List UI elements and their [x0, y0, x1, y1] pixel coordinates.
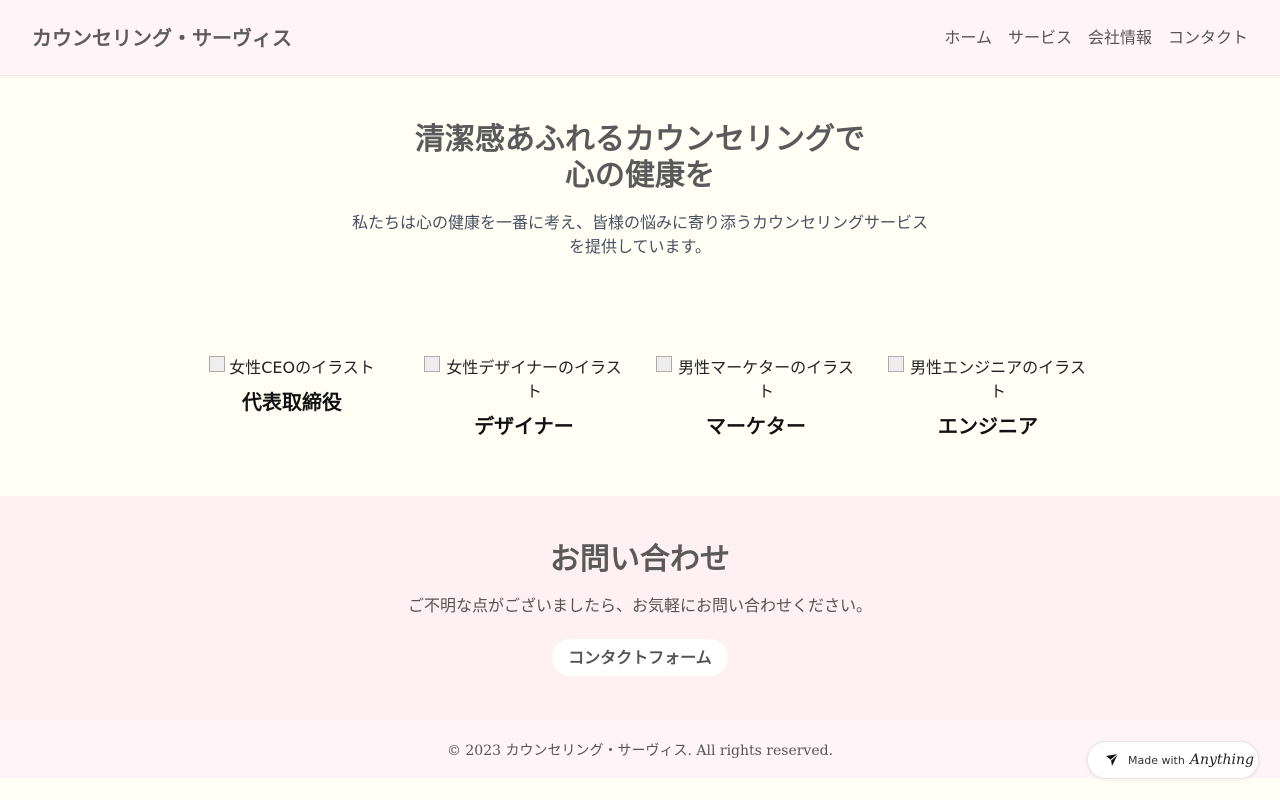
hero-title: 清潔感あふれるカウンセリングで 心の健康を — [340, 122, 940, 194]
nav-services[interactable]: サービス — [1008, 26, 1072, 50]
broken-image-icon — [424, 356, 440, 372]
team-section: 女性CEOのイラスト 代表取締役 女性デザイナーのイラスト デザイナー 男性マー… — [192, 356, 1088, 440]
contact-text: ご不明な点がございましたら、お気軽にお問い合わせください。 — [407, 596, 872, 615]
team-member-marketer: 男性マーケターのイラスト マーケター — [656, 356, 856, 440]
member-image: 女性デザイナーのイラスト — [424, 356, 624, 404]
member-role: デザイナー — [474, 414, 574, 438]
member-role: 代表取締役 — [242, 390, 342, 414]
site-logo[interactable]: カウンセリング・サーヴィス — [32, 24, 292, 52]
team-member-engineer: 男性エンジニアのイラスト エンジニア — [888, 356, 1088, 440]
brand-label: Anything — [1189, 752, 1254, 768]
broken-image-icon — [209, 356, 226, 372]
site-header: カウンセリング・サーヴィス ホーム サービス 会社情報 コンタクト — [0, 0, 1280, 76]
nav-home[interactable]: ホーム — [944, 26, 992, 50]
broken-image-icon — [656, 356, 672, 372]
anything-logo-icon — [1106, 753, 1119, 766]
contact-title: お問い合わせ — [550, 542, 730, 577]
member-role: エンジニア — [938, 414, 1038, 438]
contact-form-button[interactable]: コンタクトフォーム — [552, 639, 728, 676]
team-member-ceo: 女性CEOのイラスト 代表取締役 — [192, 356, 392, 440]
member-image: 女性CEOのイラスト — [192, 356, 392, 380]
nav-contact[interactable]: コンタクト — [1168, 26, 1248, 50]
member-image-alt: 女性デザイナーのイラスト — [446, 358, 622, 401]
hero-title-line2: 心の健康を — [565, 158, 715, 193]
hero-subtitle: 私たちは心の健康を一番に考え、皆様の悩みに寄り添うカウンセリングサービスを提供し… — [351, 213, 928, 256]
site-footer: © 2023 カウンセリング・サーヴィス. All rights reserve… — [0, 720, 1280, 778]
contact-section: お問い合わせ ご不明な点がございましたら、お気軽にお問い合わせください。 コンタ… — [0, 496, 1280, 720]
team-member-designer: 女性デザイナーのイラスト デザイナー — [424, 356, 624, 440]
member-image: 男性エンジニアのイラスト — [888, 356, 1088, 404]
member-image-alt: 女性CEOのイラスト — [229, 358, 375, 377]
main-nav: ホーム サービス 会社情報 コンタクト — [944, 26, 1248, 50]
made-with-badge[interactable]: Made with Anything — [1087, 741, 1259, 779]
member-role: マーケター — [706, 414, 806, 438]
member-image-alt: 男性マーケターのイラスト — [678, 358, 854, 401]
nav-company[interactable]: 会社情報 — [1088, 26, 1152, 50]
member-image-alt: 男性エンジニアのイラスト — [910, 358, 1086, 401]
member-image: 男性マーケターのイラスト — [656, 356, 856, 404]
hero-title-line1: 清潔感あふれるカウンセリングで — [415, 122, 865, 157]
made-with-label: Made with — [1128, 753, 1185, 767]
broken-image-icon — [888, 356, 904, 372]
